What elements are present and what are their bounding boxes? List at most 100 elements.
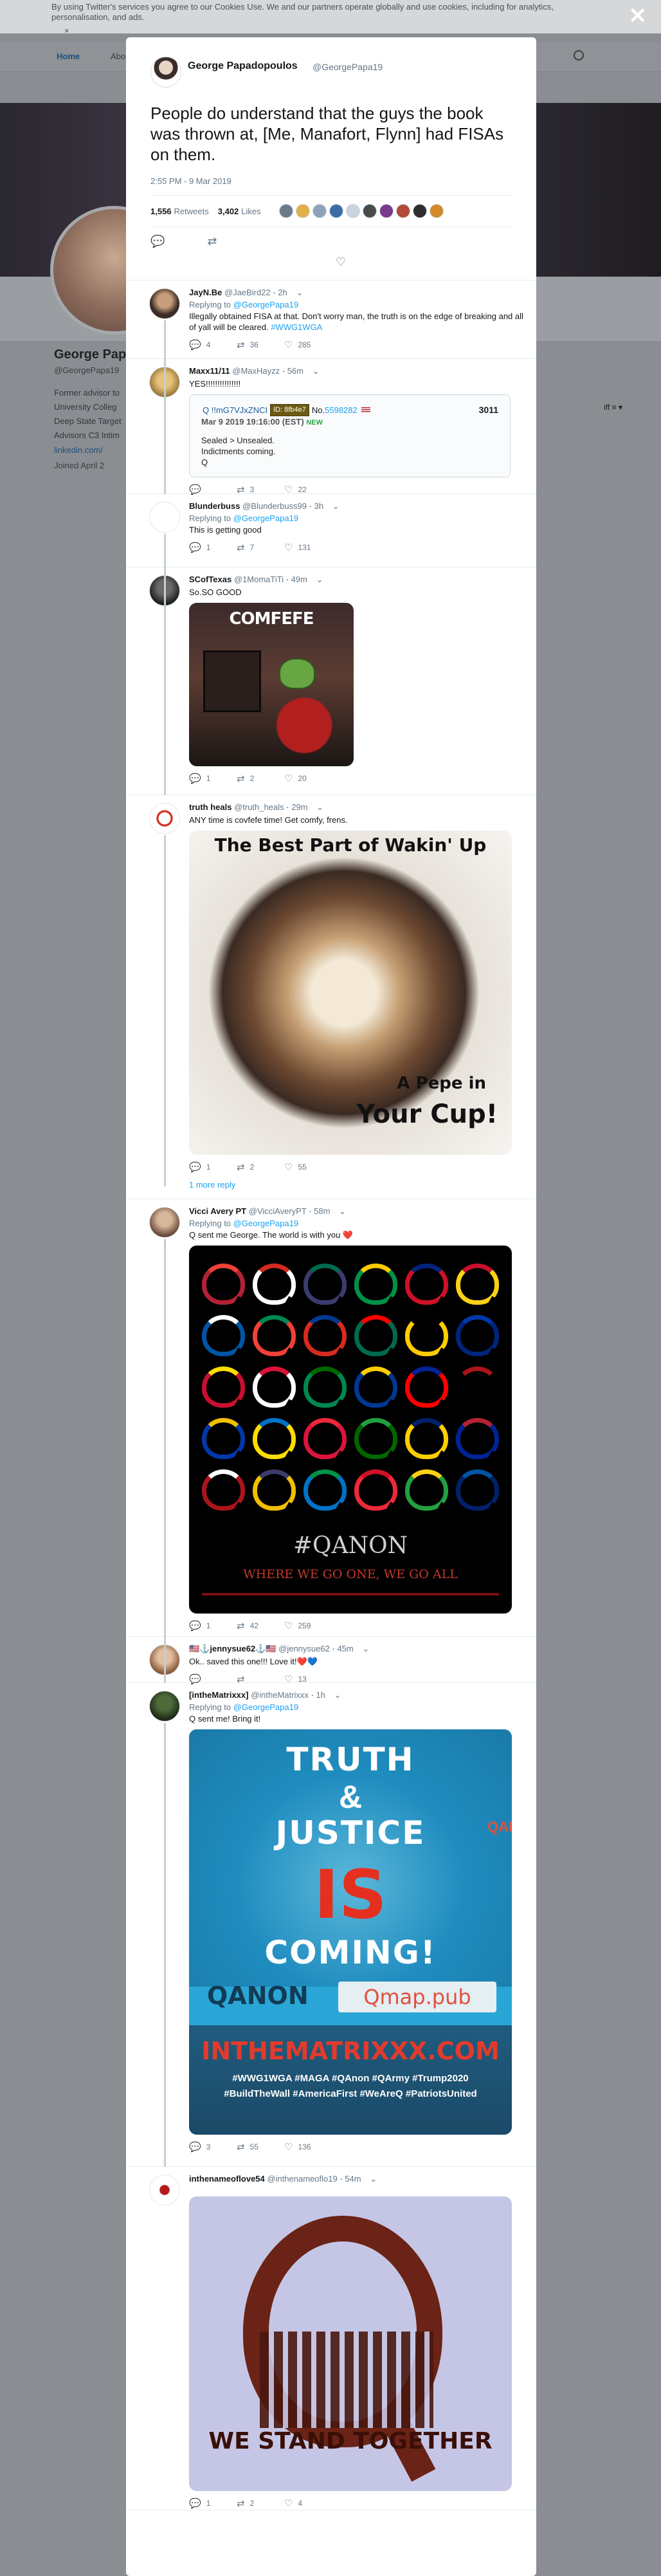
chevron-down-icon[interactable]: ⌄ bbox=[332, 501, 340, 511]
profile-header-menu[interactable]: iff ≡ ▾ bbox=[604, 403, 622, 412]
replying-to-link[interactable]: @GeorgePapa19 bbox=[233, 1219, 298, 1228]
reply-button[interactable]: 💬 4 bbox=[189, 339, 228, 351]
reply-tweet[interactable]: JayN.Be @JaeBird22 · 2h ⌄ Replying to @G… bbox=[126, 281, 536, 359]
reply-tweet[interactable]: Blunderbuss @Blunderbuss99 · 3h ⌄ Replyi… bbox=[126, 494, 536, 567]
reply-tweet[interactable]: Vicci Avery PT @VicciAveryPT · 58m ⌄ Rep… bbox=[126, 1199, 536, 1637]
replying-to-link[interactable]: @GeorgePapa19 bbox=[233, 513, 298, 523]
profile-link[interactable]: linkedin.com/ bbox=[54, 445, 103, 455]
chevron-down-icon[interactable]: ⌄ bbox=[312, 366, 320, 376]
retweet-count[interactable]: 1,556 Retweets bbox=[150, 207, 209, 216]
like-icon[interactable]: ♡ bbox=[150, 255, 512, 280]
replying-to-link[interactable]: @GeorgePapa19 bbox=[233, 1702, 298, 1712]
nav-home[interactable]: Home bbox=[57, 51, 80, 61]
author-name[interactable]: George Papadopoulos bbox=[188, 60, 298, 72]
chevron-down-icon[interactable]: ⌄ bbox=[296, 288, 303, 297]
quoted-post-card[interactable]: Q !!mG7VJxZNCI ID: 8fb4e7 No. 5598282 30… bbox=[189, 394, 511, 477]
reply-time[interactable]: 2h bbox=[278, 288, 287, 297]
reply-tweet[interactable]: 🇺🇸⚓jennysue62⚓🇺🇸 @jennysue62 · 45m ⌄ Ok.… bbox=[126, 1637, 536, 1685]
liker-avatar[interactable] bbox=[312, 204, 327, 218]
reply-time[interactable]: 45m bbox=[337, 1644, 353, 1653]
like-button[interactable]: ♡ 55 bbox=[284, 1161, 323, 1173]
liker-avatar[interactable] bbox=[429, 204, 444, 218]
reply-time[interactable]: 1h bbox=[316, 1690, 325, 1700]
liker-avatar[interactable] bbox=[395, 204, 410, 218]
reply-button[interactable]: 💬 1 bbox=[189, 1620, 228, 1632]
reply-author-handle[interactable]: @JaeBird22 bbox=[224, 288, 271, 297]
reply-time[interactable]: 49m bbox=[291, 575, 307, 584]
qanon-flags-image[interactable]: #QANON WHERE WE GO ONE, WE GO ALL bbox=[189, 1246, 512, 1614]
liker-avatar[interactable] bbox=[345, 204, 360, 218]
reply-author-name[interactable]: SCofTexas bbox=[189, 575, 231, 584]
reply-button[interactable]: 💬 1 bbox=[189, 773, 228, 784]
reply-author-handle[interactable]: @VicciAveryPT bbox=[249, 1206, 307, 1216]
like-button[interactable]: ♡ 259 bbox=[284, 1620, 323, 1632]
retweet-button[interactable]: ⇄ 42 bbox=[237, 1620, 275, 1632]
quote-post-link[interactable]: 5598282 bbox=[325, 405, 358, 416]
reply-tweet[interactable]: inthenameoflove54 @inthenameoflo19 · 54m… bbox=[126, 2167, 536, 2510]
retweet-button[interactable]: ⇄ 2 bbox=[237, 2498, 275, 2509]
retweet-icon[interactable]: ⇄ bbox=[207, 235, 217, 248]
reply-time[interactable]: 29m bbox=[291, 802, 307, 812]
reply-button[interactable]: 💬 1 bbox=[189, 1161, 228, 1173]
hashtag-link[interactable]: #WWG1WGA bbox=[271, 322, 322, 332]
comfefe-image[interactable]: COMFEFE bbox=[189, 603, 354, 766]
retweet-button[interactable]: ⇄ 55 bbox=[237, 2141, 275, 2153]
reply-time[interactable]: 3h bbox=[314, 501, 323, 511]
like-button[interactable]: ♡ 136 bbox=[284, 2141, 323, 2153]
reply-author-handle[interactable]: @jennysue62 bbox=[278, 1644, 330, 1653]
retweet-button[interactable]: ⇄ 7 bbox=[237, 542, 275, 553]
cookie-close-icon[interactable]: × bbox=[64, 26, 69, 36]
reply-author-handle[interactable]: @MaxHayzz bbox=[232, 366, 280, 376]
chevron-down-icon[interactable]: ⌄ bbox=[316, 575, 323, 584]
reply-author-name[interactable]: truth heals bbox=[189, 802, 231, 812]
reply-time[interactable]: 54m bbox=[345, 2174, 361, 2184]
liker-avatar[interactable] bbox=[412, 204, 427, 218]
avatar[interactable] bbox=[149, 803, 180, 834]
reply-author-name[interactable]: JayN.Be bbox=[189, 288, 222, 297]
reply-tweet[interactable]: SCofTexas @1MomaTiTi · 49m ⌄ So.SO GOOD … bbox=[126, 567, 536, 795]
reply-time[interactable]: 58m bbox=[314, 1206, 330, 1216]
avatar[interactable] bbox=[149, 2175, 180, 2205]
reply-button[interactable]: 💬 1 bbox=[189, 542, 228, 553]
replying-to-link[interactable]: @GeorgePapa19 bbox=[233, 300, 298, 309]
chevron-down-icon[interactable]: ⌄ bbox=[339, 1206, 346, 1216]
pepe-coffee-image[interactable]: The Best Part of Wakin' Up A Pepe in You… bbox=[189, 831, 512, 1155]
avatar[interactable] bbox=[149, 1207, 180, 1238]
like-button[interactable]: ♡ 131 bbox=[284, 542, 323, 553]
reply-author-name[interactable]: Maxx11/11 bbox=[189, 366, 230, 376]
avatar[interactable] bbox=[149, 288, 180, 319]
reply-author-handle[interactable]: @1MomaTiTi bbox=[234, 575, 284, 584]
chevron-down-icon[interactable]: ⌄ bbox=[334, 1690, 341, 1700]
liker-avatar[interactable] bbox=[278, 204, 293, 218]
reply-tweet[interactable]: truth heals @truth_heals · 29m ⌄ ANY tim… bbox=[126, 795, 536, 1177]
like-count[interactable]: 3,402 Likes bbox=[218, 207, 261, 216]
reply-author-name[interactable]: 🇺🇸⚓jennysue62⚓🇺🇸 bbox=[189, 1644, 276, 1653]
reply-author-name[interactable]: Vicci Avery PT bbox=[189, 1206, 246, 1216]
retweet-button[interactable]: ⇄ 2 bbox=[237, 773, 275, 784]
avatar[interactable] bbox=[150, 57, 181, 87]
reply-time[interactable]: 56m bbox=[287, 366, 303, 376]
reply-button[interactable]: 💬 1 bbox=[189, 2498, 228, 2509]
chevron-down-icon[interactable]: ⌄ bbox=[316, 802, 323, 812]
reply-author-handle[interactable]: @intheMatrixxx bbox=[251, 1690, 309, 1700]
reply-button[interactable]: 💬 3 bbox=[189, 2141, 228, 2153]
liker-avatar[interactable] bbox=[329, 204, 343, 218]
more-replies-label[interactable]: 1 more reply bbox=[189, 1180, 235, 1190]
reply-tweet[interactable]: [intheMatrixxx] @intheMatrixxx · 1h ⌄ Re… bbox=[126, 1683, 536, 2167]
reply-tweet[interactable]: Maxx11/11 @MaxHayzz · 56m ⌄ YES!!!!!!!!!… bbox=[126, 359, 536, 495]
truth-justice-image[interactable]: TRUTH & JUSTICE IS COMING! QARMY QANON Q… bbox=[189, 1729, 512, 2135]
reply-icon[interactable]: 💬 bbox=[150, 235, 165, 248]
liker-avatar[interactable] bbox=[295, 204, 310, 218]
close-modal-icon[interactable]: ✕ bbox=[629, 5, 647, 27]
liker-avatar[interactable] bbox=[379, 204, 394, 218]
more-replies-link[interactable]: 1 more reply bbox=[126, 1177, 536, 1199]
retweet-button[interactable]: ⇄ 2 bbox=[237, 1161, 275, 1173]
avatar[interactable] bbox=[149, 502, 180, 533]
liker-avatar[interactable] bbox=[362, 204, 377, 218]
tweet-timestamp[interactable]: 2:55 PM - 9 Mar 2019 bbox=[150, 176, 512, 186]
search-icon[interactable] bbox=[574, 50, 584, 60]
like-button[interactable]: ♡ 20 bbox=[284, 773, 323, 784]
reply-author-name[interactable]: [intheMatrixxx] bbox=[189, 1690, 248, 1700]
reply-author-name[interactable]: Blunderbuss bbox=[189, 501, 240, 511]
retweet-button[interactable]: ⇄ 36 bbox=[237, 339, 275, 351]
